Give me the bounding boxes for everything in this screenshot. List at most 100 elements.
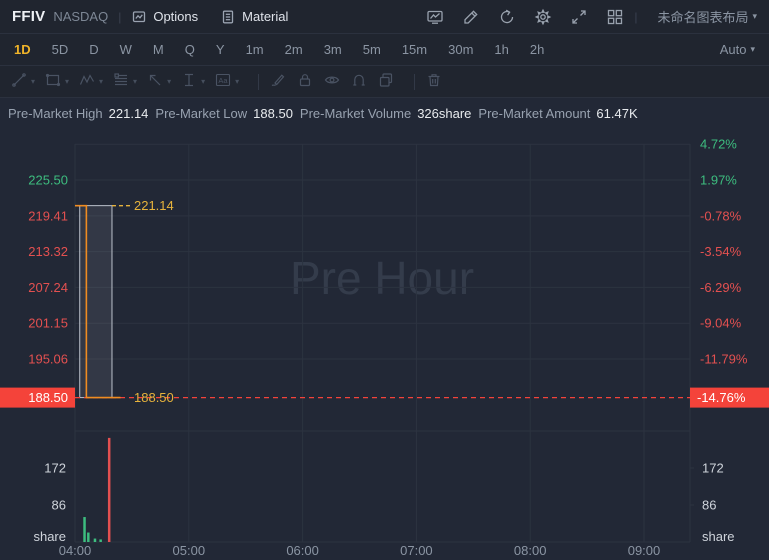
options-icon [131,9,147,25]
percent-axis-label: -6.29% [700,280,742,295]
info-label: Pre-Market Volume [299,105,412,121]
volume-bar [83,517,86,542]
toolbar-divider [414,73,416,90]
lock-tool-button[interactable] [296,71,314,92]
timeframe-1m[interactable]: 1m [246,42,264,57]
brush-tool-button[interactable] [269,71,287,92]
session-watermark: Pre Hour [290,252,474,304]
clone-tool-button[interactable] [377,71,395,92]
premarket-info-bar: Pre-Market High 221.14 Pre-Market Low 188.5… [0,98,769,128]
volume-axis-label: 172 [44,461,66,476]
chevron-down-icon: ▾ [167,77,172,86]
chart-layout-dropdown[interactable]: 未命名图表布局 ▾ [657,7,757,26]
price-range-icon [180,71,198,92]
volume-unit-label: share [702,529,735,544]
magnet-icon [350,71,368,92]
snapshot-button[interactable] [426,8,444,26]
timeframe-m[interactable]: M [153,42,164,57]
options-label: Options [153,9,199,24]
layout-grid-button[interactable] [606,8,624,26]
text-annotation-icon: Aa [214,71,232,92]
percent-axis-label: 1.97% [700,173,737,188]
timeframe-w[interactable]: W [120,42,132,57]
volume-bar [93,538,97,542]
last-price-badge-left-label: 188.50 [28,390,68,405]
info-pair: Pre-Market Low 188.50 [155,106,293,121]
info-pair: Pre-Market High 221.14 [8,106,148,121]
time-axis-label: 06:00 [286,543,319,558]
price-volume-chart[interactable]: Pre Hour 221.14 188.50 225.50 219.41 213.32 20… [0,128,769,560]
gann-tool-button[interactable]: ▾ [112,71,137,92]
time-axis-label: 04:00 [59,543,92,558]
chevron-down-icon: ▾ [201,77,206,86]
timeframe-2h[interactable]: 2h [530,42,544,57]
divider: | [634,9,638,24]
chevron-down-icon: ▾ [752,11,757,21]
timeframe-1h[interactable]: 1h [494,42,508,57]
wave-tool-button[interactable]: ▾ [78,71,103,92]
percent-axis-label: -11.79% [700,352,748,367]
visibility-tool-button[interactable] [323,71,341,92]
toolbar-divider [258,73,260,90]
arrow-icon [146,71,164,92]
magnet-tool-button[interactable] [350,71,368,92]
auto-label: Auto [719,42,747,57]
material-button[interactable]: Material [220,9,288,25]
chevron-down-icon: ▾ [750,44,755,54]
timeframe-d[interactable]: D [89,42,98,57]
last-price-badge-right-label: -14.76% [697,390,746,405]
options-button[interactable]: Options [131,9,198,25]
chevron-down-icon: ▾ [65,77,70,86]
last-price-inline-label: 188.50 [134,390,174,405]
timeframe-y[interactable]: Y [216,42,225,57]
price-axis-label: 195.06 [28,352,68,367]
info-value: 188.50 [253,105,293,121]
fullscreen-expand-icon [570,8,588,26]
chart-area[interactable]: Pre Hour 221.14 188.50 225.50 219.41 213.32 20… [0,128,769,560]
fullscreen-button[interactable] [570,8,588,26]
volume-bar [87,532,90,542]
zigzag-wave-icon [78,71,96,92]
rectangle-tool-button[interactable]: ▾ [44,71,69,92]
volume-unit-label: share [33,529,66,544]
trash-icon [425,71,443,92]
percent-axis-label: 4.72% [700,137,737,152]
timeframe-3m[interactable]: 3m [324,42,342,57]
measure-tool-button[interactable]: ▾ [180,71,205,92]
text-tool-button[interactable]: Aa ▾ [214,71,239,92]
grid-layout-icon [606,8,624,26]
timeframe-2m[interactable]: 2m [285,42,303,57]
timeframe-5d[interactable]: 5D [52,42,69,57]
percent-axis-label: -9.04% [700,316,742,331]
timeframe-30m[interactable]: 30m [448,42,473,57]
info-value: 61.47K [596,105,638,121]
timeframe-q[interactable]: Q [185,42,195,57]
auto-scale-dropdown[interactable]: Auto ▾ [720,42,755,57]
percent-axis-label: -3.54% [700,244,742,259]
price-axis-label: 219.41 [28,208,68,223]
edit-button[interactable] [462,8,480,26]
settings-button[interactable] [534,8,552,26]
drawing-toolbar: ▾ ▾ ▾ ▾ ▾ ▾ Aa ▾ [0,66,769,98]
timeframe-5m[interactable]: 5m [363,42,381,57]
chart-layout-label: 未命名图表布局 [657,10,749,25]
exchange-label: NASDAQ [53,9,109,24]
trendline-tool-button[interactable]: ▾ [10,71,35,92]
chevron-down-icon: ▾ [133,77,138,86]
svg-text:Aa: Aa [219,76,229,85]
restore-button[interactable] [498,8,516,26]
rectangle-icon [44,71,62,92]
timeframe-15m[interactable]: 15m [402,42,427,57]
info-label: Pre-Market Amount [478,105,591,121]
duplicate-icon [377,71,395,92]
delete-tool-button[interactable] [425,71,443,92]
arrow-tool-button[interactable]: ▾ [146,71,171,92]
volume-bar [107,437,111,542]
edit-pencil-icon [462,8,480,26]
timeframe-1d[interactable]: 1D [14,42,31,57]
divider: | [118,9,122,24]
time-axis-label: 07:00 [400,543,433,558]
price-axis-label: 201.15 [28,316,68,331]
timeframe-bar: 1D 5D D W M Q Y 1m 2m 3m 5m 15m 30m 1h 2h Auto ▾ [0,34,769,66]
gann-lines-icon [112,71,130,92]
